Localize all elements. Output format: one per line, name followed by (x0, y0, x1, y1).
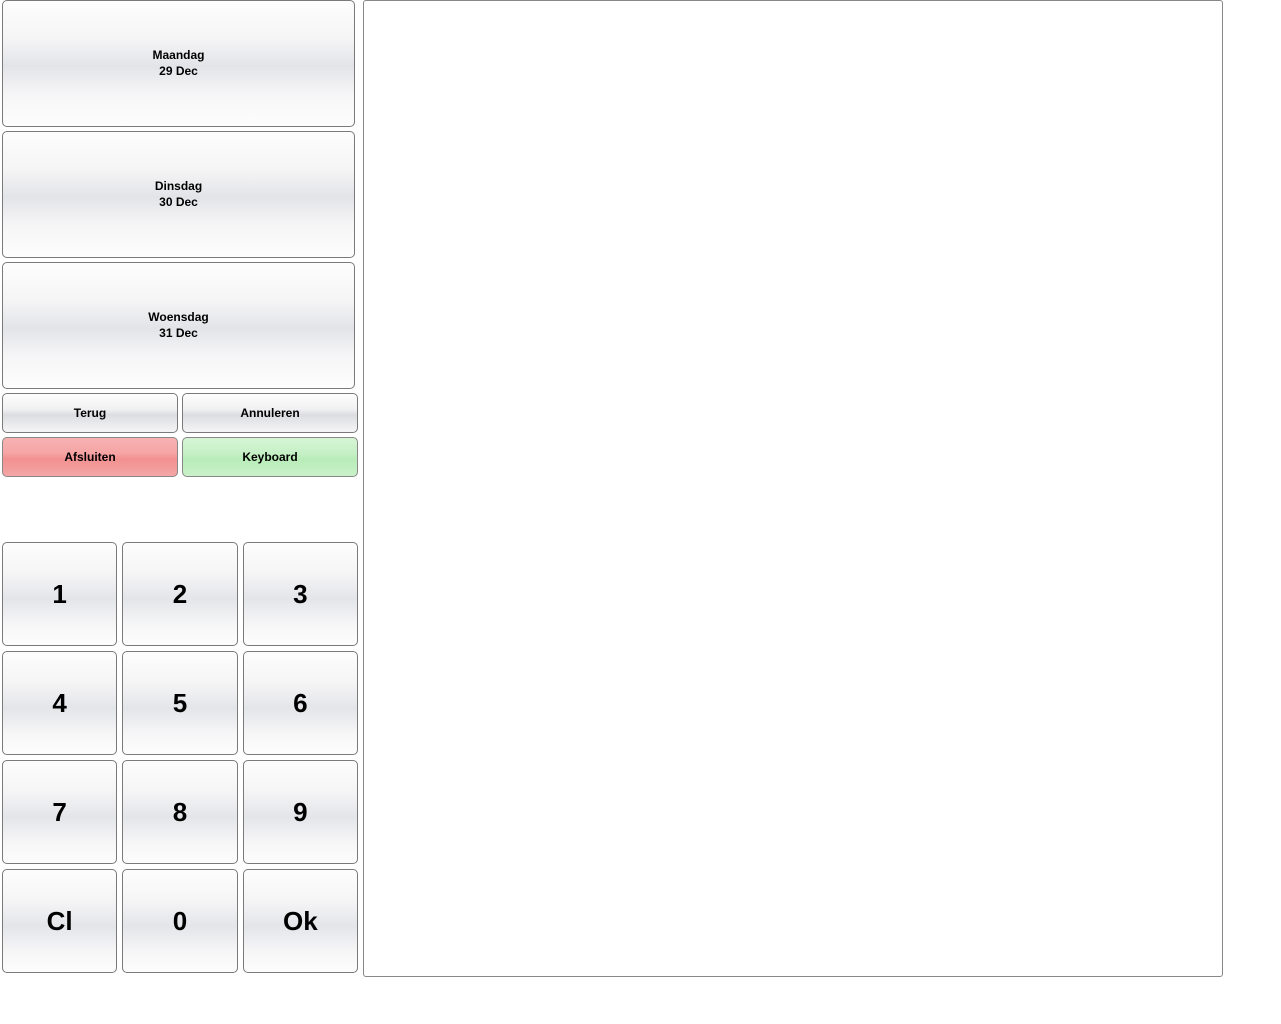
action-row-2: Afsluiten Keyboard (2, 437, 358, 477)
close-button[interactable]: Afsluiten (2, 437, 178, 477)
keypad-5[interactable]: 5 (122, 651, 237, 755)
day-button-monday[interactable]: Maandag 29 Dec (2, 0, 355, 127)
keypad-8[interactable]: 8 (122, 760, 237, 864)
numeric-keypad: 1 2 3 4 5 6 7 8 9 Cl 0 Ok (2, 542, 358, 973)
action-row-1: Terug Annuleren (2, 393, 358, 433)
keypad-2[interactable]: 2 (122, 542, 237, 646)
keypad-3[interactable]: 3 (243, 542, 358, 646)
keypad-1[interactable]: 1 (2, 542, 117, 646)
day-date: 29 Dec (159, 64, 198, 80)
keypad-0[interactable]: 0 (122, 869, 237, 973)
day-date: 30 Dec (159, 195, 198, 211)
day-button-wednesday[interactable]: Woensdag 31 Dec (2, 262, 355, 389)
day-name: Dinsdag (155, 179, 202, 195)
keypad-4[interactable]: 4 (2, 651, 117, 755)
keypad-ok[interactable]: Ok (243, 869, 358, 973)
day-date: 31 Dec (159, 326, 198, 342)
day-name: Woensdag (148, 310, 208, 326)
keyboard-button[interactable]: Keyboard (182, 437, 358, 477)
cancel-button[interactable]: Annuleren (182, 393, 358, 433)
keypad-7[interactable]: 7 (2, 760, 117, 864)
back-button[interactable]: Terug (2, 393, 178, 433)
day-name: Maandag (152, 48, 204, 64)
content-panel (363, 0, 1223, 977)
keypad-clear[interactable]: Cl (2, 869, 117, 973)
keypad-6[interactable]: 6 (243, 651, 358, 755)
day-button-tuesday[interactable]: Dinsdag 30 Dec (2, 131, 355, 258)
keypad-9[interactable]: 9 (243, 760, 358, 864)
